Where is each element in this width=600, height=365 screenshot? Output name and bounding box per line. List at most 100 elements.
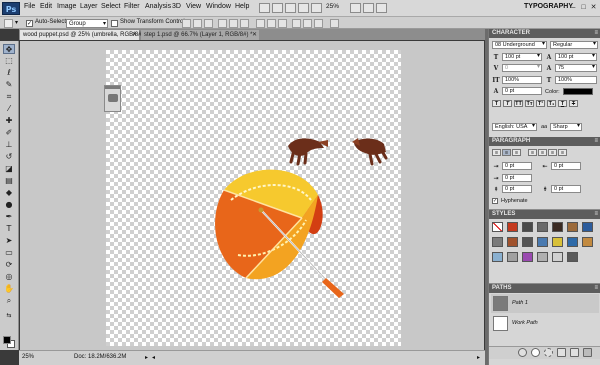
style-swatch[interactable] [507,222,518,232]
horizontal-scale-field[interactable]: 100% [555,76,597,84]
style-swatch[interactable] [522,252,533,262]
tracking-field[interactable]: 75 [555,64,597,72]
auto-select-target-dropdown[interactable]: Group [66,18,108,28]
path-row-work-path[interactable]: Work Path [491,314,599,333]
align-left-icon[interactable] [218,18,227,28]
close-tab-icon[interactable]: ✕ [132,30,137,40]
clone-stamp-tool-icon[interactable]: ⊥ [3,140,15,150]
history-brush-tool-icon[interactable]: ↺ [3,152,15,162]
antialias-dropdown[interactable]: Sharp [550,123,582,131]
justify-last-center-icon[interactable]: ≡ [538,149,547,156]
extras-icon[interactable] [285,3,296,13]
dodge-tool-icon[interactable]: ● [3,200,15,210]
path-row-path-1[interactable]: Path 1 [491,294,599,313]
space-after-field[interactable]: 0 pt [551,185,581,193]
type-tool-icon[interactable]: T [3,224,15,234]
canvas[interactable] [106,50,401,346]
style-swatch[interactable] [492,237,503,247]
underline-button[interactable]: T [558,100,567,107]
distribute-left-icon[interactable] [292,18,301,28]
make-work-path-icon[interactable] [557,348,566,357]
kerning-field[interactable]: 0 [502,64,542,72]
hand-tool-icon[interactable]: ✋ [3,284,15,294]
all-caps-button[interactable]: TT [514,100,523,107]
tab-step-1[interactable]: step 1.psd @ 66.7% (Layer 1, RGB/8#) * ✕ [141,30,259,40]
menu-file[interactable]: File [24,3,35,10]
3d-rotate-tool-icon[interactable]: ⟳ [3,260,15,270]
baseline-shift-field[interactable]: 0 pt [502,87,542,95]
new-path-icon[interactable] [570,348,579,357]
menu-window[interactable]: Window [206,3,231,10]
pen-tool-icon[interactable]: ✒ [3,212,15,222]
style-swatch[interactable] [522,237,533,247]
floating-mini-panel[interactable] [104,85,121,112]
leading-field[interactable]: 100 pt [555,53,597,61]
load-as-selection-icon[interactable] [544,348,553,357]
justify-last-left-icon[interactable]: ≡ [528,149,537,156]
style-swatch[interactable] [492,252,503,262]
layer-comp-icon[interactable] [107,94,118,102]
vertical-scale-field[interactable]: 100% [502,76,542,84]
eraser-tool-icon[interactable]: ◪ [3,164,15,174]
zoom-level[interactable]: 25% [326,3,339,10]
3d-orbit-tool-icon[interactable]: ◎ [3,272,15,282]
style-swatch[interactable] [567,252,578,262]
first-line-indent-field[interactable]: 0 pt [502,174,532,182]
menu-analysis[interactable]: Analysis [145,3,171,10]
auto-select-checkbox[interactable]: ✓ [26,19,33,27]
indent-left-field[interactable]: 0 pt [502,162,532,170]
zoom-tool-icon[interactable]: ⌕ [3,296,15,306]
preset-arrow-icon[interactable]: ▾ [15,19,18,26]
distribute-vcenter-icon[interactable] [267,18,276,28]
view-extras-icon[interactable] [376,3,387,13]
style-swatch[interactable] [522,222,533,232]
stroke-path-icon[interactable] [531,348,540,357]
marquee-tool-icon[interactable]: ⬚ [3,56,15,66]
style-swatch[interactable] [537,222,548,232]
close-button[interactable]: ✕ [588,3,599,13]
mini-bridge-icon[interactable] [272,3,283,13]
gradient-tool-icon[interactable]: ▤ [3,176,15,186]
style-swatch[interactable] [552,237,563,247]
font-family-dropdown[interactable]: 08 Underground [492,41,547,49]
shape-tool-icon[interactable]: ▭ [3,248,15,258]
healing-brush-tool-icon[interactable]: ✚ [3,116,15,126]
font-style-dropdown[interactable]: Regular [550,41,598,49]
launch-bridge-icon[interactable] [259,3,270,13]
distribute-bottom-icon[interactable] [278,18,287,28]
align-center-text-icon[interactable]: ≡ [502,149,511,156]
align-right-text-icon[interactable]: ≡ [512,149,521,156]
distribute-right-icon[interactable] [314,18,323,28]
menu-filter[interactable]: Filter [124,3,140,10]
scroll-left-icon[interactable]: ◂ [152,354,155,361]
align-right-icon[interactable] [240,18,249,28]
paths-panel-title[interactable]: PATHS ≡ [489,284,600,293]
style-swatch[interactable] [582,222,593,232]
close-tab-icon[interactable]: ✕ [252,30,257,40]
crop-tool-icon[interactable]: ⌗ [3,92,15,102]
align-vcenter-icon[interactable] [193,18,202,28]
brush-tool-icon[interactable]: ✐ [3,128,15,138]
indent-right-field[interactable]: 0 pt [551,162,581,170]
menu-edit[interactable]: Edit [40,3,52,10]
lasso-tool-icon[interactable]: ℓ [3,68,15,78]
style-swatch[interactable] [537,237,548,247]
foreground-color-swatch[interactable] [3,336,11,344]
style-none-swatch[interactable] [492,222,503,232]
delete-path-icon[interactable] [583,348,592,357]
menu-3d[interactable]: 3D [172,3,181,10]
show-transform-checkbox[interactable] [111,19,118,27]
menu-select[interactable]: Select [101,3,120,10]
auto-align-icon[interactable] [330,18,339,28]
distribute-hcenter-icon[interactable] [303,18,312,28]
distribute-top-icon[interactable] [256,18,265,28]
strikethrough-button[interactable]: T [569,100,578,107]
hyphenate-checkbox[interactable]: ✓ [492,198,498,204]
menu-view[interactable]: View [186,3,201,10]
panel-menu-icon[interactable]: ≡ [594,284,598,293]
panel-menu-icon[interactable]: ≡ [594,29,598,38]
text-color-swatch[interactable] [563,88,593,95]
menu-image[interactable]: Image [57,3,76,10]
subscript-button[interactable]: T₁ [547,100,556,107]
font-size-field[interactable]: 100 pt [502,53,542,61]
